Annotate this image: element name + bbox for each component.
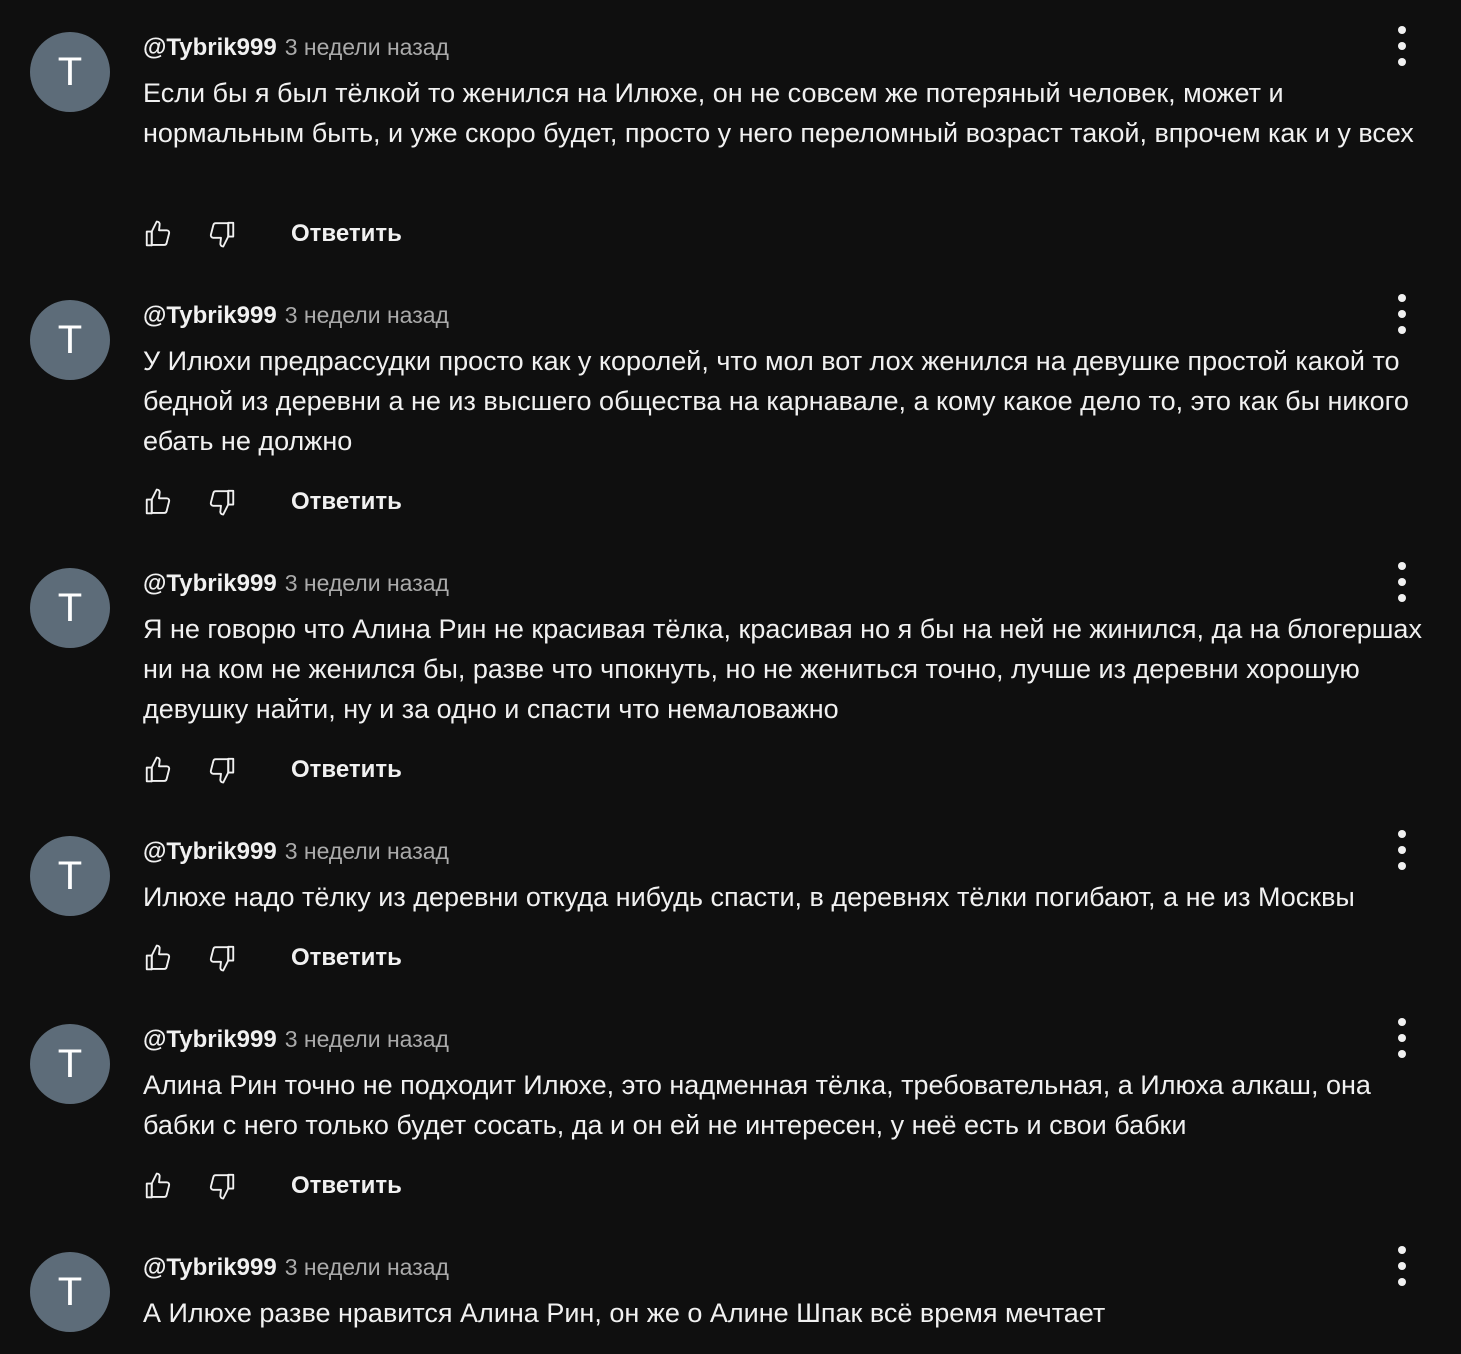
comment-thread: T @Tybrik999 3 недели назад У Илюхи предр…: [0, 268, 1461, 536]
comment-text: Алина Рин точно не подходит Илюхе, это н…: [143, 1070, 1371, 1140]
avatar[interactable]: T: [30, 568, 110, 648]
author-name[interactable]: @Tybrik999: [143, 1026, 277, 1053]
more-actions-button[interactable]: [1386, 1018, 1418, 1058]
like-button[interactable]: [141, 485, 175, 519]
author-name[interactable]: @Tybrik999: [143, 302, 277, 329]
menu-dot: [1398, 1278, 1406, 1286]
comment-thread: T @Tybrik999 3 недели назад Алина Рин точ…: [0, 992, 1461, 1220]
avatar[interactable]: T: [30, 300, 110, 380]
dislike-button[interactable]: [205, 753, 239, 787]
like-button[interactable]: [141, 753, 175, 787]
comment-time[interactable]: 3 недели назад: [285, 302, 449, 328]
dislike-button[interactable]: [205, 485, 239, 519]
more-actions-button[interactable]: [1386, 26, 1418, 66]
thumb-up-icon: [145, 488, 171, 515]
like-button[interactable]: [141, 1169, 175, 1203]
comment-thread: T @Tybrik999 3 недели назад Я не говорю ч…: [0, 536, 1461, 804]
comment-header: @Tybrik999 3 недели назад: [143, 299, 449, 331]
menu-dot: [1398, 294, 1406, 302]
comment-actions: Ответить: [143, 750, 402, 790]
like-button[interactable]: [141, 941, 175, 975]
avatar[interactable]: T: [30, 836, 110, 916]
author-name[interactable]: @Tybrik999: [143, 1254, 277, 1281]
avatar[interactable]: T: [30, 32, 110, 112]
reply-button[interactable]: Ответить: [291, 1172, 402, 1200]
comment-actions: Ответить: [143, 214, 402, 254]
comment-actions: Ответить: [143, 938, 402, 978]
reply-button[interactable]: Ответить: [291, 220, 402, 248]
author-name[interactable]: @Tybrik999: [143, 34, 277, 61]
more-actions-button[interactable]: [1386, 830, 1418, 870]
menu-dot: [1398, 1050, 1406, 1058]
menu-dot: [1398, 594, 1406, 602]
comment-text: Илюхе надо тёлку из деревни откуда нибуд…: [143, 882, 1355, 912]
comment-header: @Tybrik999 3 недели назад: [143, 1023, 449, 1055]
comment-time[interactable]: 3 недели назад: [285, 1254, 449, 1280]
comment-header: @Tybrik999 3 недели назад: [143, 567, 449, 599]
comment-text: Если бы я был тёлкой то женился на Илюхе…: [143, 78, 1414, 148]
menu-dot: [1398, 1018, 1406, 1026]
thumb-down-icon: [209, 221, 235, 248]
thumb-up-icon: [145, 944, 171, 971]
thumb-up-icon: [145, 756, 171, 783]
comment-thread: T @Tybrik999 3 недели назад А Илюхе разве…: [0, 1220, 1461, 1354]
reply-button[interactable]: Ответить: [291, 488, 402, 516]
comment-thread: T @Tybrik999 3 недели назад Илюхе надо тё…: [0, 804, 1461, 992]
thumb-down-icon: [209, 1173, 235, 1200]
comment-time[interactable]: 3 недели назад: [285, 570, 449, 596]
comment-time[interactable]: 3 недели назад: [285, 838, 449, 864]
comment-text: Я не говорю что Алина Рин не красивая тё…: [143, 614, 1422, 724]
comment-time[interactable]: 3 недели назад: [285, 1026, 449, 1052]
reply-button[interactable]: Ответить: [291, 944, 402, 972]
thumb-down-icon: [209, 945, 235, 972]
thumb-down-icon: [209, 757, 235, 784]
menu-dot: [1398, 42, 1406, 50]
comment-actions: Ответить: [143, 1166, 402, 1206]
menu-dot: [1398, 846, 1406, 854]
comment-header: @Tybrik999 3 недели назад: [143, 1251, 449, 1283]
reply-button[interactable]: Ответить: [291, 756, 402, 784]
author-name[interactable]: @Tybrik999: [143, 570, 277, 597]
more-actions-button[interactable]: [1386, 562, 1418, 602]
comment-time[interactable]: 3 недели назад: [285, 34, 449, 60]
dislike-button[interactable]: [205, 941, 239, 975]
menu-dot: [1398, 58, 1406, 66]
dislike-button[interactable]: [205, 217, 239, 251]
dislike-button[interactable]: [205, 1169, 239, 1203]
like-button[interactable]: [141, 217, 175, 251]
menu-dot: [1398, 830, 1406, 838]
menu-dot: [1398, 1262, 1406, 1270]
menu-dot: [1398, 310, 1406, 318]
thumb-up-icon: [145, 1172, 171, 1199]
thumb-up-icon: [145, 220, 171, 247]
avatar[interactable]: T: [30, 1252, 110, 1332]
author-name[interactable]: @Tybrik999: [143, 838, 277, 865]
comment-thread: T @Tybrik999 3 недели назад Если бы я был…: [0, 0, 1461, 268]
menu-dot: [1398, 326, 1406, 334]
thumb-down-icon: [209, 489, 235, 516]
menu-dot: [1398, 1034, 1406, 1042]
menu-dot: [1398, 26, 1406, 34]
menu-dot: [1398, 562, 1406, 570]
more-actions-button[interactable]: [1386, 294, 1418, 334]
comment-text: А Илюхе разве нравится Алина Рин, он же …: [143, 1298, 1106, 1328]
menu-dot: [1398, 1246, 1406, 1254]
comment-header: @Tybrik999 3 недели назад: [143, 31, 449, 63]
comment-actions: Ответить: [143, 482, 402, 522]
menu-dot: [1398, 578, 1406, 586]
avatar[interactable]: T: [30, 1024, 110, 1104]
comment-text: У Илюхи предрассудки просто как у короле…: [143, 346, 1409, 456]
more-actions-button[interactable]: [1386, 1246, 1418, 1286]
comment-header: @Tybrik999 3 недели назад: [143, 835, 449, 867]
menu-dot: [1398, 862, 1406, 870]
